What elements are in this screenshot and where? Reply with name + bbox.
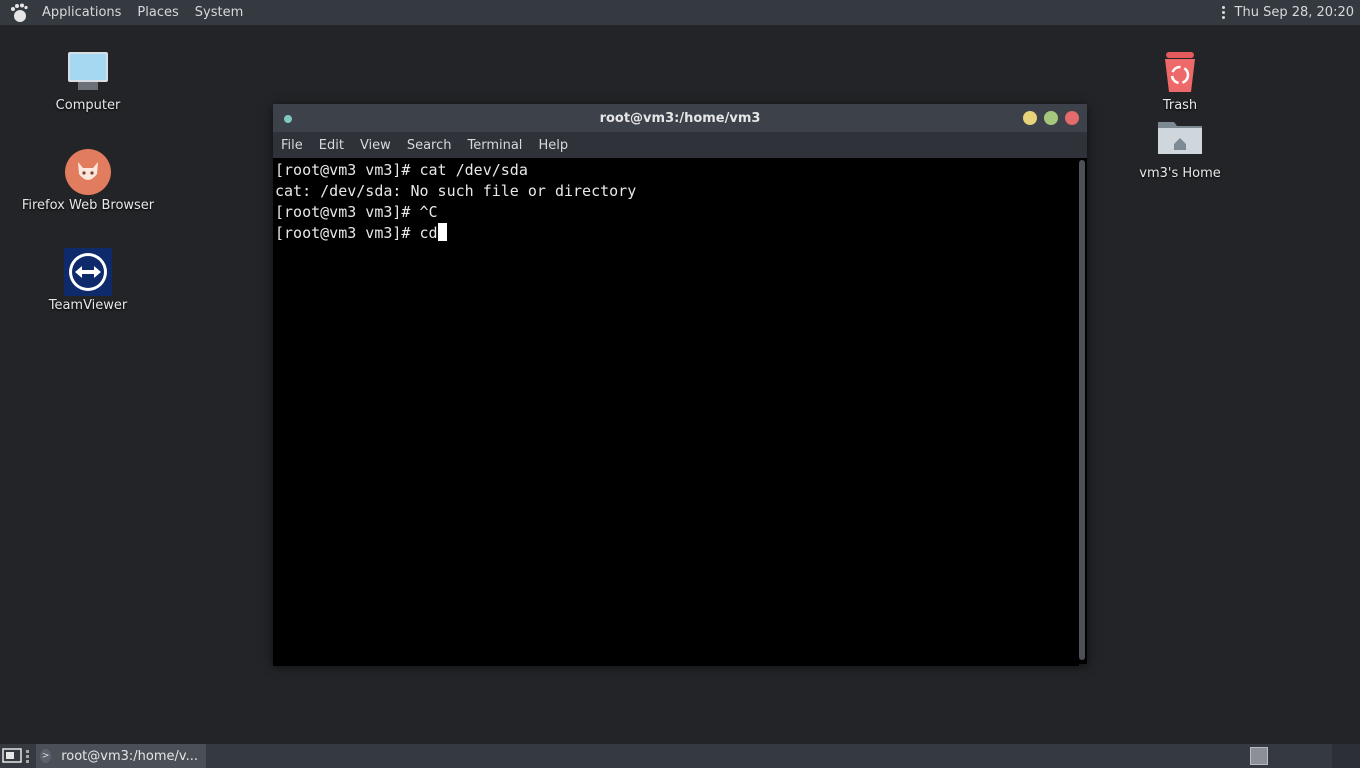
- menu-edit[interactable]: Edit: [311, 138, 352, 153]
- terminal-window[interactable]: root@vm3:/home/vm3 File Edit View Search…: [273, 104, 1087, 666]
- menu-view[interactable]: View: [352, 138, 399, 153]
- menu-search[interactable]: Search: [399, 138, 460, 153]
- desktop-label: Firefox Web Browser: [21, 198, 155, 213]
- bottom-panel: > root@vm3:/home/v...: [0, 744, 1360, 768]
- home-folder-icon: [1156, 116, 1204, 164]
- desktop-label: TeamViewer: [48, 298, 128, 313]
- menu-system[interactable]: System: [187, 0, 251, 25]
- close-button[interactable]: [1065, 111, 1079, 125]
- terminal-line: cat: /dev/sda: No such file or directory: [275, 182, 637, 200]
- show-desktop-icon[interactable]: [2, 748, 22, 764]
- menu-help[interactable]: Help: [530, 138, 576, 153]
- menu-places[interactable]: Places: [129, 0, 186, 25]
- gnome-foot-icon[interactable]: [8, 2, 30, 24]
- minimize-button[interactable]: [1023, 111, 1037, 125]
- trash-icon: [1156, 48, 1204, 96]
- menu-file[interactable]: File: [273, 138, 311, 153]
- desktop-home[interactable]: vm3's Home: [1105, 116, 1255, 181]
- scrollbar[interactable]: [1079, 160, 1085, 660]
- terminal-menubar: File Edit View Search Terminal Help: [273, 132, 1087, 158]
- desktop-label: Trash: [1162, 98, 1198, 113]
- firefox-icon: [64, 148, 112, 196]
- clock[interactable]: Thu Sep 28, 20:20: [1235, 5, 1354, 20]
- window-menu-icon[interactable]: [284, 115, 292, 123]
- desktop-trash[interactable]: Trash: [1105, 48, 1255, 113]
- workspace-switcher-1[interactable]: [1250, 747, 1268, 765]
- window-title: root@vm3:/home/vm3: [599, 110, 761, 126]
- menu-applications[interactable]: Applications: [34, 0, 129, 25]
- text-cursor: [437, 223, 447, 241]
- desktop-computer[interactable]: Computer: [13, 48, 163, 113]
- menu-terminal[interactable]: Terminal: [459, 138, 530, 153]
- taskbar-terminal-button[interactable]: > root@vm3:/home/v...: [36, 744, 206, 768]
- terminal-icon: >: [40, 749, 52, 763]
- terminal-line: [root@vm3 vm3]# cd: [275, 224, 438, 242]
- terminal-line: [root@vm3 vm3]# ^C: [275, 203, 438, 221]
- computer-icon: [64, 48, 112, 96]
- desktop-teamviewer[interactable]: TeamViewer: [13, 248, 163, 313]
- desktop-firefox[interactable]: Firefox Web Browser: [13, 148, 163, 213]
- workspace-switcher-2[interactable]: [1332, 744, 1360, 768]
- desktop-label: vm3's Home: [1139, 166, 1221, 181]
- terminal-output[interactable]: [root@vm3 vm3]# cat /dev/sda cat: /dev/sd…: [273, 158, 1079, 666]
- panel-handle[interactable]: [26, 749, 32, 763]
- desktop-label: Computer: [55, 98, 121, 113]
- maximize-button[interactable]: [1044, 111, 1058, 125]
- title-bar[interactable]: root@vm3:/home/vm3: [273, 104, 1087, 132]
- top-panel: Applications Places System Thu Sep 28, 2…: [0, 0, 1360, 25]
- terminal-input-line[interactable]: [root@vm3 vm3]# cd: [275, 223, 1079, 244]
- vertical-dots-icon[interactable]: [1217, 6, 1231, 19]
- terminal-line: [root@vm3 vm3]# cat /dev/sda: [275, 161, 528, 179]
- teamviewer-icon: [64, 248, 112, 296]
- taskbar-label: root@vm3:/home/v...: [61, 748, 198, 764]
